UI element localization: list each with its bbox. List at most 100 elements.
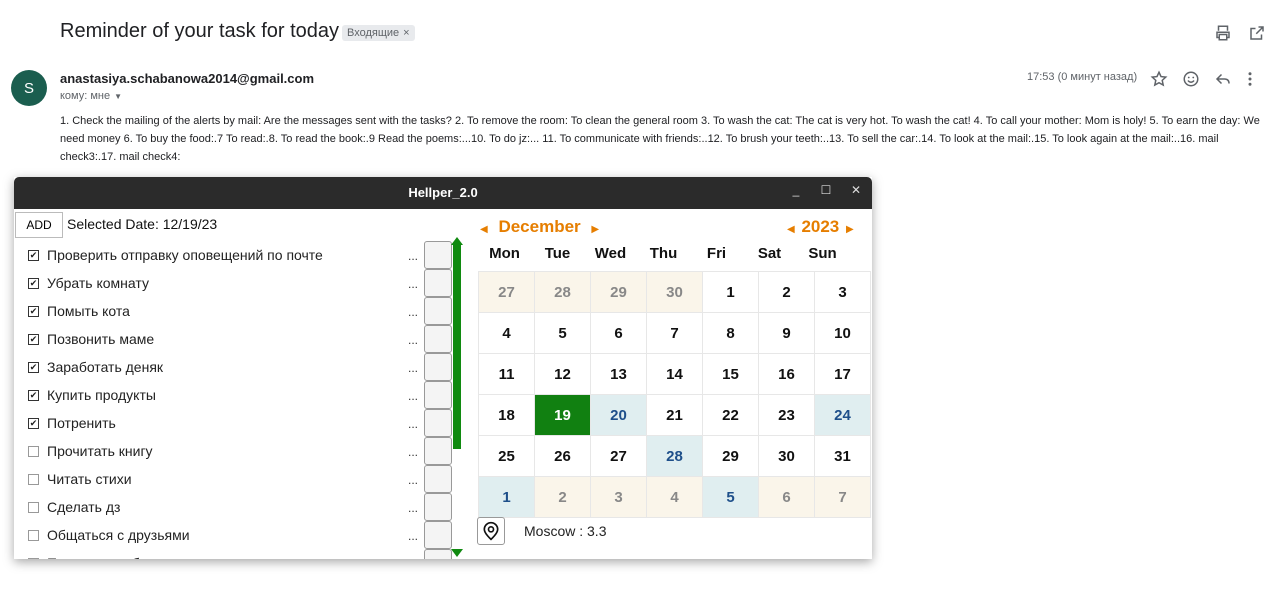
- task-more-icon[interactable]: ...: [408, 445, 418, 459]
- task-scrollbar[interactable]: [453, 243, 461, 449]
- calendar-day[interactable]: 30: [646, 271, 703, 313]
- calendar-day[interactable]: 3: [590, 476, 647, 518]
- task-checkbox[interactable]: ✔: [28, 277, 39, 289]
- people-icon[interactable]: [424, 381, 452, 409]
- task-row[interactable]: ✔ Позвонить маме...: [28, 325, 468, 353]
- task-more-icon[interactable]: ...: [408, 249, 418, 263]
- calendar-day[interactable]: 16: [758, 353, 815, 395]
- task-more-icon[interactable]: ...: [408, 305, 418, 319]
- calendar-day[interactable]: 30: [758, 435, 815, 477]
- reply-icon[interactable]: [1214, 70, 1232, 88]
- emoji-icon[interactable]: [1182, 70, 1200, 88]
- task-checkbox[interactable]: [28, 501, 39, 513]
- window-titlebar[interactable]: Hellper_2.0 _ ☐ ✕: [14, 177, 872, 209]
- calendar-day[interactable]: 2: [534, 476, 591, 518]
- prev-month-icon[interactable]: ◀: [480, 224, 488, 235]
- calendar-day[interactable]: 26: [534, 435, 591, 477]
- calendar-day[interactable]: 17: [814, 353, 871, 395]
- calendar-day[interactable]: 10: [814, 312, 871, 354]
- food-icon[interactable]: [424, 437, 452, 465]
- task-more-icon[interactable]: ...: [408, 277, 418, 291]
- task-checkbox[interactable]: [28, 445, 39, 457]
- close-icon[interactable]: ✕: [848, 183, 864, 201]
- avatar[interactable]: S: [11, 70, 47, 106]
- task-checkbox[interactable]: ✔: [28, 361, 39, 373]
- minimize-icon[interactable]: _: [788, 183, 804, 201]
- calendar-day[interactable]: 8: [702, 312, 759, 354]
- calendar-day[interactable]: 28: [646, 435, 703, 477]
- cleaning-icon[interactable]: [424, 297, 452, 325]
- task-more-icon[interactable]: ...: [408, 557, 418, 559]
- calendar-day-selected[interactable]: 19: [534, 394, 591, 436]
- chevron-down-icon[interactable]: ▼: [114, 92, 122, 101]
- computer-icon[interactable]: [424, 493, 452, 521]
- task-checkbox[interactable]: ✔: [28, 305, 39, 317]
- remove-label-icon[interactable]: ×: [403, 27, 409, 39]
- task-more-icon[interactable]: ...: [408, 389, 418, 403]
- calendar-day[interactable]: 22: [702, 394, 759, 436]
- star-icon[interactable]: [1150, 70, 1168, 88]
- calendar-day[interactable]: 7: [646, 312, 703, 354]
- task-checkbox[interactable]: ✔: [28, 333, 39, 345]
- task-row[interactable]: Читать стихи...: [28, 465, 468, 493]
- task-row[interactable]: Почистить зубы...: [28, 549, 468, 559]
- calendar-day[interactable]: 13: [590, 353, 647, 395]
- calendar-day[interactable]: 25: [478, 435, 535, 477]
- people-icon[interactable]: [424, 325, 452, 353]
- calendar-day[interactable]: 11: [478, 353, 535, 395]
- people-icon[interactable]: [424, 549, 452, 559]
- calendar-day[interactable]: 4: [478, 312, 535, 354]
- task-checkbox[interactable]: ✔: [28, 249, 39, 261]
- calendar-day[interactable]: 27: [590, 435, 647, 477]
- calendar-day[interactable]: 23: [758, 394, 815, 436]
- calendar-day[interactable]: 7: [814, 476, 871, 518]
- calendar-day[interactable]: 20: [590, 394, 647, 436]
- task-more-icon[interactable]: ...: [408, 501, 418, 515]
- calendar-day[interactable]: 18: [478, 394, 535, 436]
- sender-email[interactable]: anastasiya.schabanowa2014@gmail.com: [60, 71, 314, 86]
- calendar-day[interactable]: 27: [478, 271, 535, 313]
- cleaning-icon[interactable]: [424, 269, 452, 297]
- task-checkbox[interactable]: [28, 473, 39, 485]
- task-checkbox[interactable]: ✔: [28, 389, 39, 401]
- next-month-icon[interactable]: ▶: [591, 224, 599, 235]
- more-vert-icon[interactable]: [1246, 70, 1254, 88]
- calendar-day[interactable]: 3: [814, 271, 871, 313]
- calendar-day[interactable]: 6: [590, 312, 647, 354]
- task-more-icon[interactable]: ...: [408, 333, 418, 347]
- calendar-day[interactable]: 28: [534, 271, 591, 313]
- calendar-day[interactable]: 6: [758, 476, 815, 518]
- open-new-window-icon[interactable]: [1248, 24, 1266, 42]
- food-icon[interactable]: [424, 521, 452, 549]
- task-row[interactable]: ✔ Заработать деняк...: [28, 353, 468, 381]
- maximize-icon[interactable]: ☐: [818, 183, 834, 201]
- task-row[interactable]: ✔ Купить продукты...: [28, 381, 468, 409]
- prev-year-icon[interactable]: ◀: [787, 224, 795, 235]
- calendar-day[interactable]: 2: [758, 271, 815, 313]
- scroll-down-icon[interactable]: [451, 549, 463, 557]
- task-row[interactable]: ✔ Потренить...: [28, 409, 468, 437]
- task-more-icon[interactable]: ...: [408, 529, 418, 543]
- people-icon[interactable]: [424, 409, 452, 437]
- recipient-line[interactable]: кому: мне ▼: [60, 90, 122, 102]
- calendar-day[interactable]: 29: [702, 435, 759, 477]
- calendar-day[interactable]: 21: [646, 394, 703, 436]
- task-checkbox[interactable]: [28, 557, 39, 559]
- food-icon[interactable]: [424, 465, 452, 493]
- calendar-day[interactable]: 29: [590, 271, 647, 313]
- next-year-icon[interactable]: ▶: [846, 224, 854, 235]
- task-more-icon[interactable]: ...: [408, 361, 418, 375]
- calendar-day[interactable]: 4: [646, 476, 703, 518]
- inbox-label-chip[interactable]: Входящие ×: [342, 25, 415, 41]
- calendar-day[interactable]: 5: [534, 312, 591, 354]
- task-row[interactable]: ✔ Помыть кота...: [28, 297, 468, 325]
- task-more-icon[interactable]: ...: [408, 473, 418, 487]
- location-pin-icon[interactable]: [477, 517, 505, 545]
- computer-icon[interactable]: [424, 241, 452, 269]
- task-checkbox[interactable]: [28, 529, 39, 541]
- calendar-day[interactable]: 24: [814, 394, 871, 436]
- calendar-day[interactable]: 1: [702, 271, 759, 313]
- add-button[interactable]: ADD: [15, 212, 63, 238]
- calendar-day[interactable]: 9: [758, 312, 815, 354]
- calendar-day[interactable]: 15: [702, 353, 759, 395]
